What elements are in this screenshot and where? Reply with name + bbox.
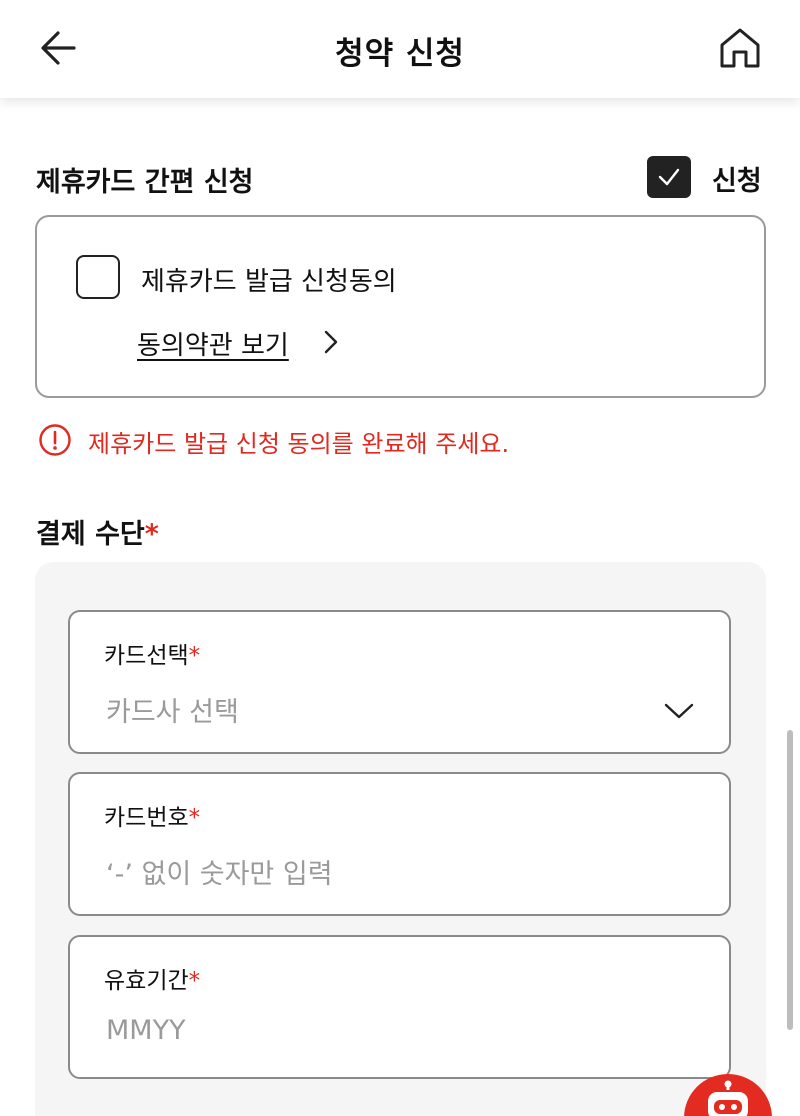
card-select-field[interactable]: 카드선택* 카드사 선택 [68, 610, 731, 754]
apply-label: 신청 [712, 166, 762, 197]
checkmark-icon [658, 168, 680, 186]
top-app-bar: 청약 신청 [0, 0, 800, 98]
expiry-date-field[interactable]: 유효기간* MMYY [68, 935, 731, 1079]
field-label: 카드선택* [104, 643, 201, 669]
expiry-placeholder: MMYY [106, 1015, 186, 1046]
field-label: 카드번호* [104, 805, 201, 831]
partner-card-section-header: 제휴카드 간편 신청 신청 [36, 156, 766, 200]
chatbot-icon [708, 1080, 748, 1116]
chevron-down-icon [664, 703, 694, 719]
card-select-placeholder: 카드사 선택 [106, 697, 239, 728]
error-message: 제휴카드 발급 신청 동의를 완료해 주세요. [88, 430, 510, 458]
home-button[interactable] [716, 24, 764, 72]
section-title: 제휴카드 간편 신청 [36, 167, 254, 198]
agreement-box: 제휴카드 발급 신청동의 동의약관 보기 [35, 215, 766, 398]
error-circle-icon [39, 424, 71, 456]
home-icon [720, 28, 760, 68]
payment-title-text: 결제 수단 [36, 519, 145, 550]
page-title: 청약 신청 [335, 36, 465, 72]
agree-label: 제휴카드 발급 신청동의 [141, 267, 397, 297]
chevron-right-icon[interactable] [321, 329, 341, 355]
card-number-placeholder: ‘-’ 없이 숫자만 입력 [106, 859, 333, 890]
apply-checkbox[interactable] [647, 156, 691, 198]
agree-checkbox[interactable] [76, 255, 120, 299]
field-label: 유효기간* [104, 968, 201, 994]
scrollbar[interactable] [787, 730, 793, 1030]
payment-section-title: 결제 수단* [36, 512, 159, 551]
view-terms-link[interactable]: 동의약관 보기 [137, 325, 289, 362]
required-mark: * [144, 519, 159, 550]
card-number-field[interactable]: 카드번호* ‘-’ 없이 숫자만 입력 [68, 772, 731, 916]
